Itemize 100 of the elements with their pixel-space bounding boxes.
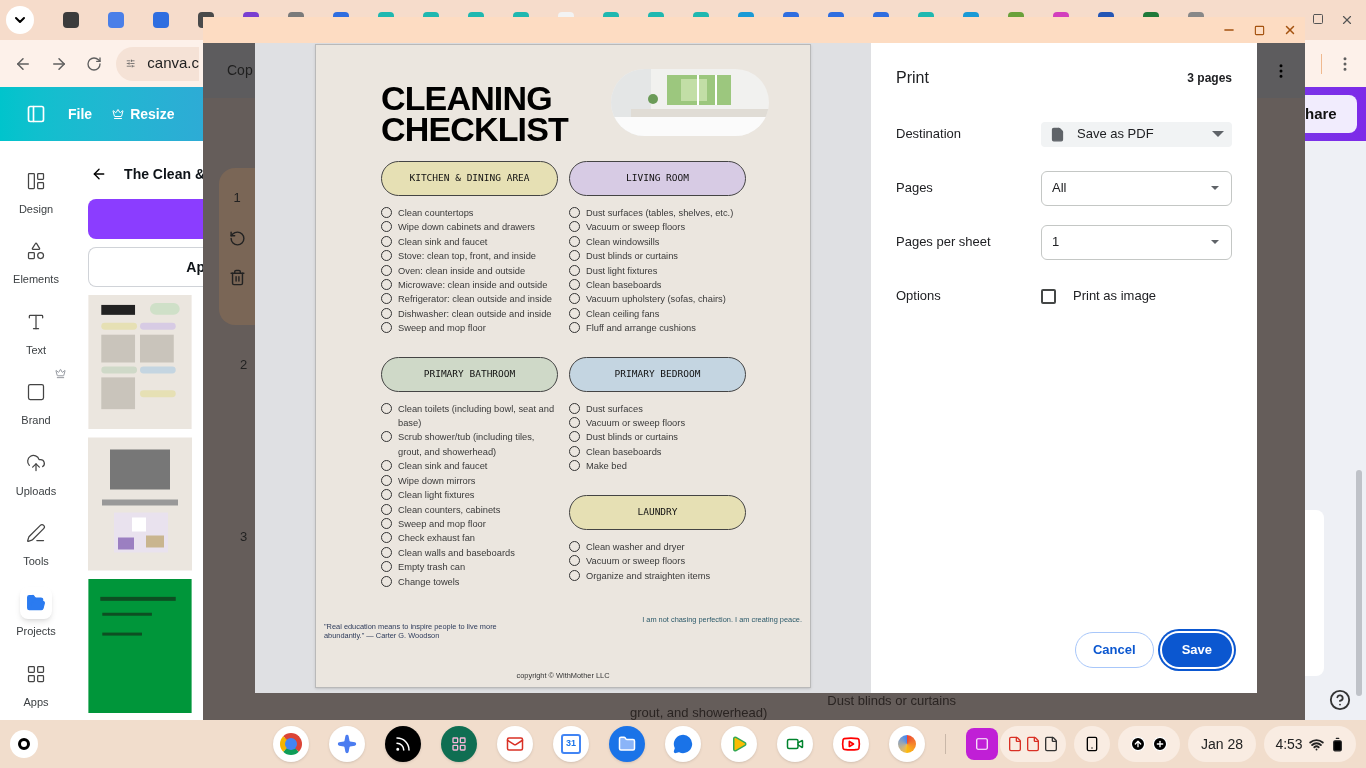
- mail-icon[interactable]: [497, 726, 533, 762]
- launcher-icon[interactable]: [10, 730, 38, 758]
- video-camera-icon[interactable]: [777, 726, 813, 762]
- checklist-item: Clean ceiling fans: [586, 307, 661, 321]
- trash-icon[interactable]: [228, 268, 246, 286]
- checklist-item: Dishwasher: clean outside and inside: [398, 307, 553, 321]
- checklist-item: Clean counters, cabinets: [398, 503, 502, 517]
- sparkle-icon[interactable]: [329, 726, 365, 762]
- checklist-item: Stove: clean top, front, and inside: [398, 250, 537, 264]
- scrollbar[interactable]: [1356, 470, 1362, 696]
- tab-favicon-icon[interactable]: [62, 12, 79, 28]
- file-icon: [1050, 126, 1065, 142]
- panel-toggle-icon[interactable]: [26, 104, 46, 124]
- select-field[interactable]: All: [1041, 170, 1232, 206]
- design-thumbnail[interactable]: [88, 437, 192, 571]
- checklist-item: Clean washer and dryer: [586, 540, 686, 554]
- checklist-item: Vacuum or sweep floors: [586, 417, 687, 431]
- address-field[interactable]: canva.c: [116, 46, 199, 81]
- setting-label: Options: [896, 287, 942, 306]
- rail-item[interactable]: Text: [4, 297, 68, 369]
- setting-label: Pages: [896, 179, 934, 198]
- status-area[interactable]: 4:53: [1264, 726, 1356, 762]
- destination-select[interactable]: Save as PDF: [1041, 121, 1232, 147]
- browser-icon[interactable]: [273, 726, 309, 762]
- setting-label: Pages per sheet: [896, 233, 992, 252]
- apps-icon: [26, 663, 46, 684]
- rail-item[interactable]: Brand: [4, 368, 68, 439]
- play-button-icon[interactable]: [833, 726, 869, 762]
- select-field[interactable]: 1: [1041, 224, 1232, 260]
- document-tray-icon[interactable]: [999, 726, 1066, 762]
- rail-item[interactable]: Apps: [4, 649, 68, 720]
- rotate-icon[interactable]: [228, 229, 246, 247]
- checklist-item: Clean baseboards: [586, 445, 663, 459]
- checklist-item: Fluff and arrange cushions: [586, 322, 697, 336]
- dropdown-caret-icon: [1211, 186, 1219, 190]
- checklist-item: Vacuum or sweep floors: [586, 555, 687, 569]
- checklist-item: Sweep and mop floor: [398, 322, 487, 336]
- chat-bubble-icon[interactable]: [665, 726, 701, 762]
- rail-item[interactable]: Tools: [4, 508, 68, 580]
- checklist-item: Dust surfaces (tables, shelves, etc.): [586, 207, 735, 220]
- design-icon: [26, 171, 46, 191]
- checklist-item: Oven: clean inside and outside: [398, 264, 527, 278]
- uploads-icon: [26, 452, 46, 473]
- tab-favicon-icon[interactable]: [152, 12, 169, 28]
- tray-actions-icon[interactable]: [1117, 726, 1180, 762]
- checklist-item: Organize and straighten items: [586, 569, 712, 583]
- rail-item[interactable]: Design: [4, 157, 68, 228]
- checklist-item: Vacuum upholstery (sofas, chairs): [586, 293, 727, 307]
- checklist-item: Microwave: clean inside and outside: [398, 279, 549, 293]
- tools-icon: [26, 522, 46, 543]
- checklist-item: Clean light fixtures: [398, 489, 476, 503]
- checklist-item: Clean walls and baseboards: [398, 546, 516, 560]
- checklist-item: Dust blinds or curtains: [586, 431, 679, 445]
- reload-icon[interactable]: [86, 55, 102, 72]
- page-number: 3: [239, 527, 249, 546]
- checklist-item: Clean sink and faucet: [398, 460, 489, 474]
- rail-item[interactable]: Uploads: [4, 438, 68, 509]
- checkbox[interactable]: [1041, 288, 1056, 304]
- section-heading: LIVING ROOM: [569, 161, 746, 196]
- document-title: CLEANING CHECKLIST: [381, 83, 568, 145]
- checklist-item: Empty trash can: [398, 561, 467, 575]
- checkbox-label[interactable]: Print as image: [1073, 286, 1157, 306]
- background-text: Dust blinds or curtains: [827, 693, 956, 710]
- section-heading: LAUNDRY: [569, 494, 746, 530]
- checklist-item: Dust blinds or curtains: [586, 250, 679, 264]
- checklist-item: Vacuum or sweep floors: [586, 221, 687, 235]
- checklist-item: Clean windowsills: [586, 235, 661, 249]
- help-icon[interactable]: [1329, 689, 1351, 711]
- close-icon[interactable]: [1340, 13, 1354, 27]
- date-label[interactable]: Jan 28: [1187, 726, 1256, 762]
- page-number: 1: [233, 189, 241, 207]
- close-icon[interactable]: [1283, 23, 1297, 37]
- calendar-icon[interactable]: 31: [553, 726, 589, 762]
- checklist-item: Clean countertops: [398, 207, 475, 220]
- dots-app-icon[interactable]: [441, 726, 477, 762]
- cancel-button[interactable]: Cancel: [1075, 632, 1154, 668]
- phone-icon[interactable]: [1073, 726, 1110, 762]
- signal-arcs-icon[interactable]: [385, 726, 421, 762]
- folder-icon[interactable]: [609, 726, 645, 762]
- setting-label: Destination: [896, 125, 963, 144]
- restore-icon[interactable]: [1312, 13, 1324, 25]
- share-button[interactable]: hare: [1305, 95, 1357, 133]
- design-thumbnail[interactable]: [88, 579, 192, 713]
- copy-label: Cop: [227, 61, 253, 80]
- design-thumbnail[interactable]: [88, 295, 192, 429]
- rail-item[interactable]: Projects: [4, 579, 68, 650]
- checklist-item: Sweep and mop floor: [398, 517, 487, 531]
- section-heading: KITCHEN & DINING AREA: [381, 161, 558, 196]
- tab-search-button[interactable]: [6, 6, 34, 34]
- background-text: grout, and showerhead): [630, 705, 768, 720]
- elements-icon: [26, 241, 46, 262]
- checklist-item: Make bed: [586, 460, 628, 474]
- pinwheel-icon[interactable]: [889, 726, 925, 762]
- rail-item[interactable]: Elements: [4, 227, 68, 298]
- crown-icon: [112, 108, 125, 120]
- page-count: 3 pages: [1187, 70, 1232, 87]
- checklist-item: Dust light fixtures: [586, 264, 659, 278]
- maximize-icon[interactable]: [1254, 24, 1265, 36]
- dialog-title: Print: [896, 68, 929, 88]
- checklist-item: Check exhaust fan: [398, 532, 476, 546]
